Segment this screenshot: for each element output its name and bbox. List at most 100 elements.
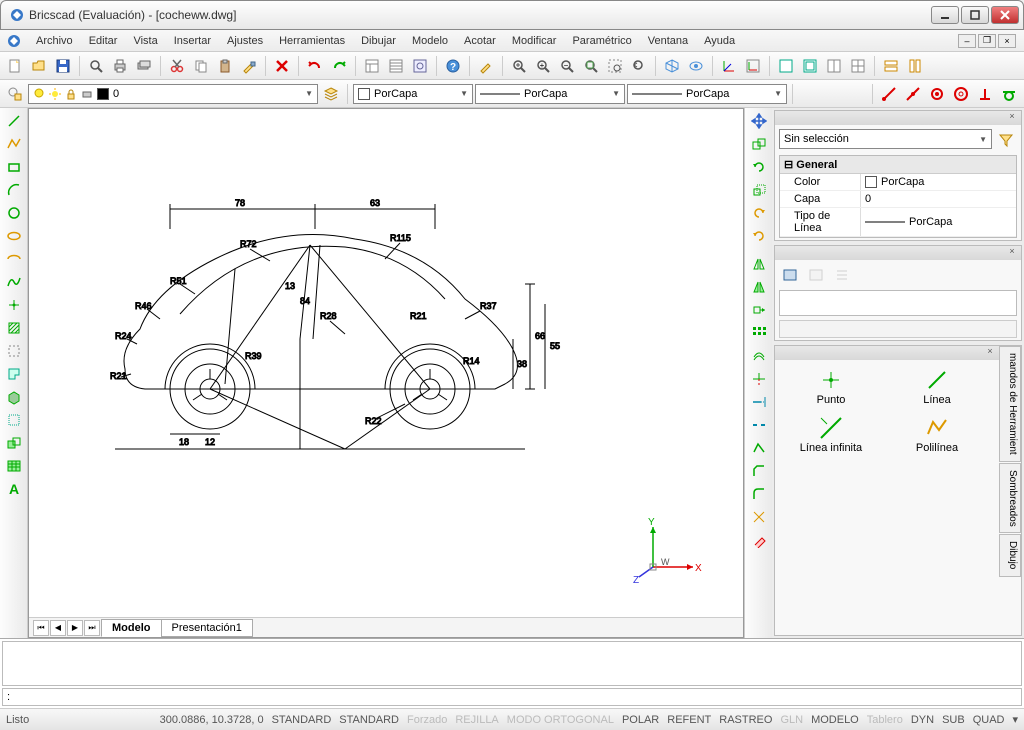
status-sub[interactable]: SUB <box>942 714 965 726</box>
ellipse-arc-icon[interactable] <box>3 248 25 270</box>
layerstate-icon[interactable] <box>779 264 801 286</box>
isometric-icon[interactable] <box>661 55 683 77</box>
redo-icon[interactable] <box>328 55 350 77</box>
spline-tool-icon[interactable] <box>3 271 25 293</box>
help-icon[interactable]: ? <box>442 55 464 77</box>
minimize-button[interactable] <box>931 6 959 24</box>
side-tab-herramientas[interactable]: mandos de Herramient <box>999 346 1021 462</box>
hatch-tool-icon[interactable] <box>3 317 25 339</box>
command-history[interactable] <box>2 641 1022 686</box>
scale-icon[interactable] <box>748 179 770 201</box>
layer-explorer-icon[interactable] <box>4 83 26 105</box>
rotate-ccw-icon[interactable] <box>748 225 770 247</box>
explode-icon[interactable] <box>748 506 770 528</box>
menu-modelo[interactable]: Modelo <box>404 33 456 49</box>
linetype-dropdown[interactable]: PorCapa ▼ <box>475 84 625 104</box>
status-coords[interactable]: 300.0886, 10.3728, 0 <box>160 714 264 726</box>
break-icon[interactable] <box>748 414 770 436</box>
rectangle-tool-icon[interactable] <box>3 156 25 178</box>
side-tab-sombreados[interactable]: Sombreados <box>999 463 1021 534</box>
polyline-tool-icon[interactable] <box>3 133 25 155</box>
snap-node-icon[interactable] <box>950 83 972 105</box>
layout4-icon[interactable] <box>847 55 869 77</box>
solid-icon[interactable] <box>3 386 25 408</box>
arc-tool-icon[interactable] <box>3 179 25 201</box>
snap-endpoint-icon[interactable] <box>878 83 900 105</box>
chamfer-icon[interactable] <box>748 460 770 482</box>
mdi-close-button[interactable]: × <box>998 34 1016 48</box>
status-dyn[interactable]: DYN <box>911 714 934 726</box>
status-modelo[interactable]: MODELO <box>811 714 859 726</box>
maximize-button[interactable] <box>961 6 989 24</box>
ellipse-tool-icon[interactable] <box>3 225 25 247</box>
panel-close-icon[interactable]: × <box>1005 246 1019 258</box>
line-tool-icon[interactable] <box>3 110 25 132</box>
zoom-previous-icon[interactable] <box>628 55 650 77</box>
fillet-icon[interactable] <box>748 483 770 505</box>
layout2-icon[interactable] <box>799 55 821 77</box>
status-std2[interactable]: STANDARD <box>339 714 399 726</box>
circle-tool-icon[interactable] <box>3 202 25 224</box>
prop-val-color[interactable]: PorCapa <box>860 174 1016 190</box>
menu-vista[interactable]: Vista <box>125 33 165 49</box>
status-tablero[interactable]: Tablero <box>867 714 903 726</box>
palette-polilinea[interactable]: Polilínea <box>887 414 987 456</box>
table-icon[interactable] <box>3 455 25 477</box>
color-dropdown[interactable]: PorCapa ▼ <box>353 84 473 104</box>
mdi-restore-button[interactable]: ❐ <box>978 34 996 48</box>
ucs-world-icon[interactable] <box>742 55 764 77</box>
point-tool-icon[interactable] <box>3 294 25 316</box>
join-icon[interactable] <box>748 437 770 459</box>
extend-icon[interactable] <box>748 391 770 413</box>
status-rejilla[interactable]: REJILLA <box>455 714 498 726</box>
insert-icon[interactable] <box>3 432 25 454</box>
settings-icon[interactable] <box>409 55 431 77</box>
erase-modify-icon[interactable] <box>748 529 770 551</box>
status-std1[interactable]: STANDARD <box>272 714 332 726</box>
prop-val-linetype[interactable]: PorCapa <box>860 208 1016 236</box>
tile-v-icon[interactable] <box>904 55 926 77</box>
zoom-out-icon[interactable]: − <box>556 55 578 77</box>
layout1-icon[interactable] <box>775 55 797 77</box>
paste-icon[interactable] <box>214 55 236 77</box>
regen-icon[interactable] <box>475 55 497 77</box>
lineweight-dropdown[interactable]: PorCapa ▼ <box>627 84 787 104</box>
tile-h-icon[interactable] <box>880 55 902 77</box>
panel-close-icon[interactable]: × <box>1005 111 1019 123</box>
move-icon[interactable] <box>748 110 770 132</box>
layers-stack-icon[interactable] <box>320 83 342 105</box>
menu-ayuda[interactable]: Ayuda <box>696 33 743 49</box>
open-file-icon[interactable] <box>28 55 50 77</box>
text-tool-icon[interactable]: A <box>3 478 25 500</box>
publish-icon[interactable] <box>133 55 155 77</box>
layer-dropdown[interactable]: 0 ▼ <box>28 84 318 104</box>
palette-linea[interactable]: Línea <box>887 366 987 408</box>
menu-archivo[interactable]: Archivo <box>28 33 81 49</box>
close-button[interactable] <box>991 6 1019 24</box>
status-ortho[interactable]: MODO ORTOGONAL <box>507 714 614 726</box>
mirror-icon[interactable] <box>748 253 770 275</box>
zoom-realtime-icon[interactable] <box>508 55 530 77</box>
menu-acotar[interactable]: Acotar <box>456 33 504 49</box>
region-icon[interactable] <box>3 363 25 385</box>
mirror3d-icon[interactable] <box>748 276 770 298</box>
palette-punto[interactable]: Punto <box>781 366 881 408</box>
boundary-icon[interactable] <box>3 340 25 362</box>
snap-tangent-icon[interactable] <box>998 83 1020 105</box>
tab-presentacion1[interactable]: Presentación1 <box>161 619 253 637</box>
panel-close-icon[interactable]: × <box>983 346 997 358</box>
array-icon[interactable] <box>748 322 770 344</box>
menu-ventana[interactable]: Ventana <box>640 33 696 49</box>
menu-insertar[interactable]: Insertar <box>166 33 219 49</box>
palette-linea-infinita[interactable]: Línea infinita <box>781 414 881 456</box>
mdi-minimize-button[interactable]: ‒ <box>958 34 976 48</box>
rotate-icon[interactable] <box>748 156 770 178</box>
drawing-canvas[interactable]: 78 63 <box>29 109 743 617</box>
prop-val-capa[interactable]: 0 <box>860 191 1016 207</box>
properties-icon[interactable] <box>385 55 407 77</box>
print-icon[interactable] <box>109 55 131 77</box>
snap-center-icon[interactable] <box>926 83 948 105</box>
offset-icon[interactable] <box>748 345 770 367</box>
tab-next-button[interactable]: ▶ <box>67 620 83 636</box>
status-menu-arrow[interactable]: ▾ <box>1012 713 1018 726</box>
